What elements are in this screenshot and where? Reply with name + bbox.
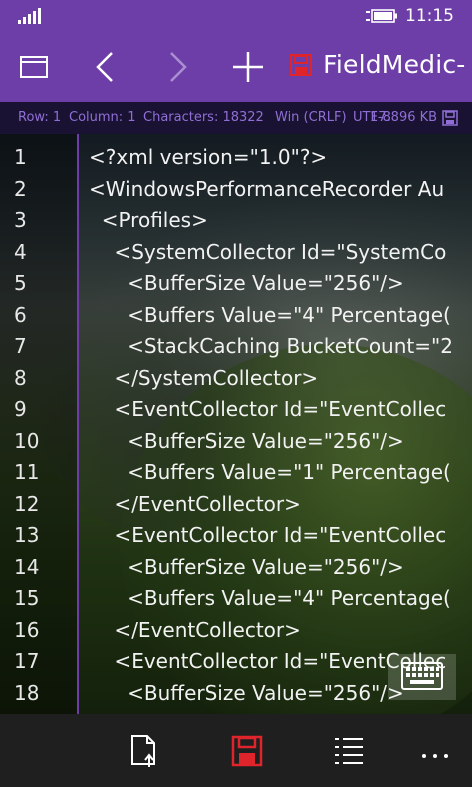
battery-charging-icon — [366, 9, 397, 23]
line-text: <BufferSize Value="256"/> — [89, 680, 404, 705]
line-number: 2 — [14, 176, 27, 201]
document-tab[interactable]: FieldMedic- — [290, 50, 472, 79]
code-line[interactable]: 2 <WindowsPerformanceRecorder Au — [0, 174, 472, 205]
line-text: <EventCollector Id="EventCollec — [89, 397, 447, 421]
back-arrow-icon[interactable] — [86, 47, 126, 87]
line-number: 9 — [14, 397, 27, 421]
code-line[interactable]: 13 <EventCollector Id="EventCollec — [0, 520, 472, 551]
code-line[interactable]: 11 <Buffers Value="1" Percentage( — [0, 457, 472, 488]
code-line[interactable]: 15 <Buffers Value="4" Percentage( — [0, 583, 472, 614]
line-text: <BufferSize Value="256"/> — [89, 554, 404, 579]
add-icon[interactable] — [228, 47, 268, 87]
line-text: <EventCollector Id="EventCollec — [89, 523, 447, 547]
line-text: <Profiles> — [89, 208, 208, 232]
character-count: Characters: 18322 — [143, 110, 264, 125]
code-line[interactable]: 8 </SystemCollector> — [0, 363, 472, 394]
code-line[interactable]: 16 </EventCollector> — [0, 615, 472, 646]
window-icon[interactable] — [14, 47, 54, 87]
line-text: </SystemCollector> — [89, 365, 319, 390]
status-bar: 11:15 — [0, 0, 472, 32]
code-line[interactable]: 10 <BufferSize Value="256"/> — [0, 426, 472, 457]
clock: 11:15 — [405, 6, 454, 26]
line-number: 3 — [14, 208, 27, 232]
line-text: <Buffers Value="1" Percentage( — [89, 460, 451, 484]
line-text: <Buffers Value="4" Percentage( — [89, 586, 451, 610]
line-number: 13 — [14, 523, 40, 547]
open-file-icon[interactable] — [127, 734, 161, 768]
column-indicator: Column: 1 — [69, 110, 136, 125]
code-line[interactable]: 1 <?xml version="1.0"?> — [0, 142, 472, 173]
line-text: </EventCollector> — [89, 617, 301, 642]
line-ending-indicator: Win (CRLF) — [275, 110, 347, 125]
code-editor[interactable]: 1 <?xml version="1.0"?> 2 <WindowsPerforman… — [0, 134, 472, 714]
line-number: 6 — [14, 302, 27, 327]
keyboard-icon[interactable] — [388, 654, 456, 700]
forward-arrow-icon[interactable] — [157, 47, 197, 87]
line-number: 16 — [14, 617, 40, 642]
line-text: <Buffers Value="4" Percentage( — [89, 302, 451, 327]
code-line[interactable]: 12 </EventCollector> — [0, 489, 472, 520]
code-line[interactable]: 14 <BufferSize Value="256"/> — [0, 552, 472, 583]
line-number: 18 — [14, 680, 40, 705]
line-text: <StackCaching BucketCount="2 — [89, 334, 453, 358]
line-number: 14 — [14, 554, 40, 579]
line-number: 17 — [14, 649, 40, 673]
line-number: 4 — [14, 239, 27, 264]
file-size: 17.896 KB — [370, 110, 438, 125]
line-number: 7 — [14, 334, 27, 358]
line-number: 1 — [14, 145, 27, 169]
code-line[interactable]: 9 <EventCollector Id="EventCollec — [0, 394, 472, 425]
row-indicator: Row: 1 — [18, 110, 62, 125]
save-disk-icon — [290, 53, 312, 76]
line-number: 15 — [14, 586, 40, 610]
code-line[interactable]: 5 <BufferSize Value="256"/> — [0, 268, 472, 299]
line-text: <BufferSize Value="256"/> — [89, 428, 404, 453]
save-small-icon — [442, 110, 458, 126]
app-bar: FieldMedic- — [0, 32, 472, 102]
line-text: <?xml version="1.0"?> — [89, 145, 328, 169]
code-line[interactable]: 4 <SystemCollector Id="SystemCo — [0, 237, 472, 268]
line-text: <WindowsPerformanceRecorder Au — [89, 176, 445, 201]
info-bar: Row: 1 Column: 1 Characters: 18322 Win (… — [0, 102, 472, 134]
code-line[interactable]: 7 <StackCaching BucketCount="2 — [0, 331, 472, 362]
line-number: 12 — [14, 491, 40, 516]
list-icon[interactable] — [332, 734, 366, 768]
bottom-app-bar — [0, 714, 472, 787]
line-number: 10 — [14, 428, 40, 453]
signal-bars-icon — [18, 8, 41, 24]
line-number: 5 — [14, 271, 27, 295]
line-text: <SystemCollector Id="SystemCo — [89, 239, 447, 264]
document-title: FieldMedic- — [323, 50, 466, 79]
screen: 11:15 FieldMedic- Row: 1 Column: 1 Chara… — [0, 0, 472, 787]
line-number: 8 — [14, 365, 27, 390]
line-number: 11 — [14, 460, 40, 484]
more-icon[interactable] — [418, 734, 452, 768]
save-icon[interactable] — [230, 734, 264, 768]
line-text: <BufferSize Value="256"/> — [89, 271, 404, 295]
code-line[interactable]: 3 <Profiles> — [0, 205, 472, 236]
line-text: </EventCollector> — [89, 491, 301, 516]
code-line[interactable]: 6 <Buffers Value="4" Percentage( — [0, 300, 472, 331]
